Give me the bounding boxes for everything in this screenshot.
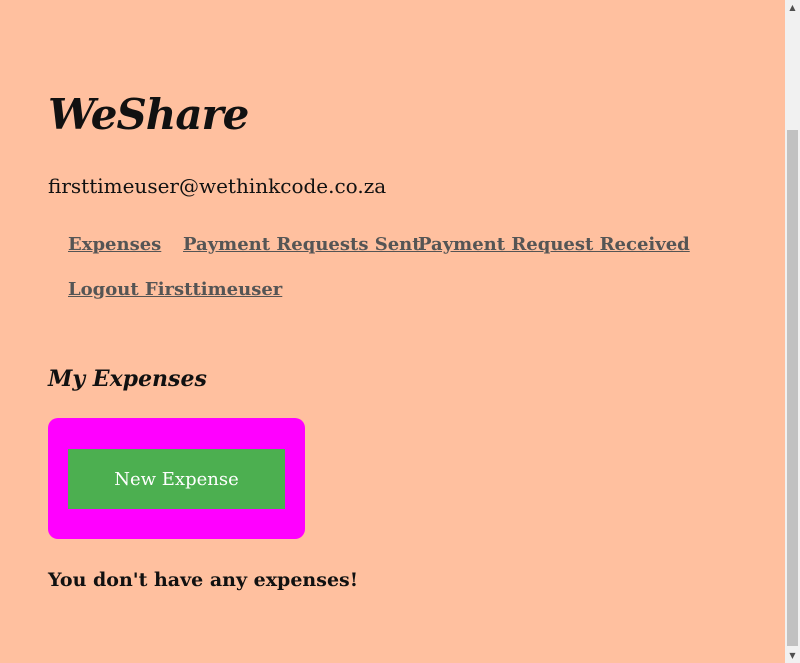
section-title-my-expenses: My Expenses <box>48 366 207 392</box>
nav-link-logout[interactable]: Logout Firsttimeuser <box>68 277 282 303</box>
new-expense-button[interactable]: New Expense <box>68 449 285 509</box>
user-email: firsttimeuser@wethinkcode.co.za <box>48 174 387 198</box>
nav-link-expenses[interactable]: Expenses <box>68 232 161 258</box>
scroll-down-icon[interactable]: ▼ <box>785 648 800 663</box>
nav-link-payment-request-received[interactable]: Payment Request Received <box>418 232 690 258</box>
new-expense-container: New Expense <box>48 418 305 539</box>
scroll-up-icon[interactable]: ▲ <box>785 0 800 15</box>
scrollbar-thumb[interactable] <box>787 130 798 646</box>
nav-link-payment-requests-sent[interactable]: Payment Requests Sent <box>183 232 421 258</box>
app-title: WeShare <box>48 90 249 139</box>
vertical-scrollbar[interactable]: ▲ ▼ <box>785 0 800 663</box>
empty-expenses-message: You don't have any expenses! <box>48 569 359 591</box>
